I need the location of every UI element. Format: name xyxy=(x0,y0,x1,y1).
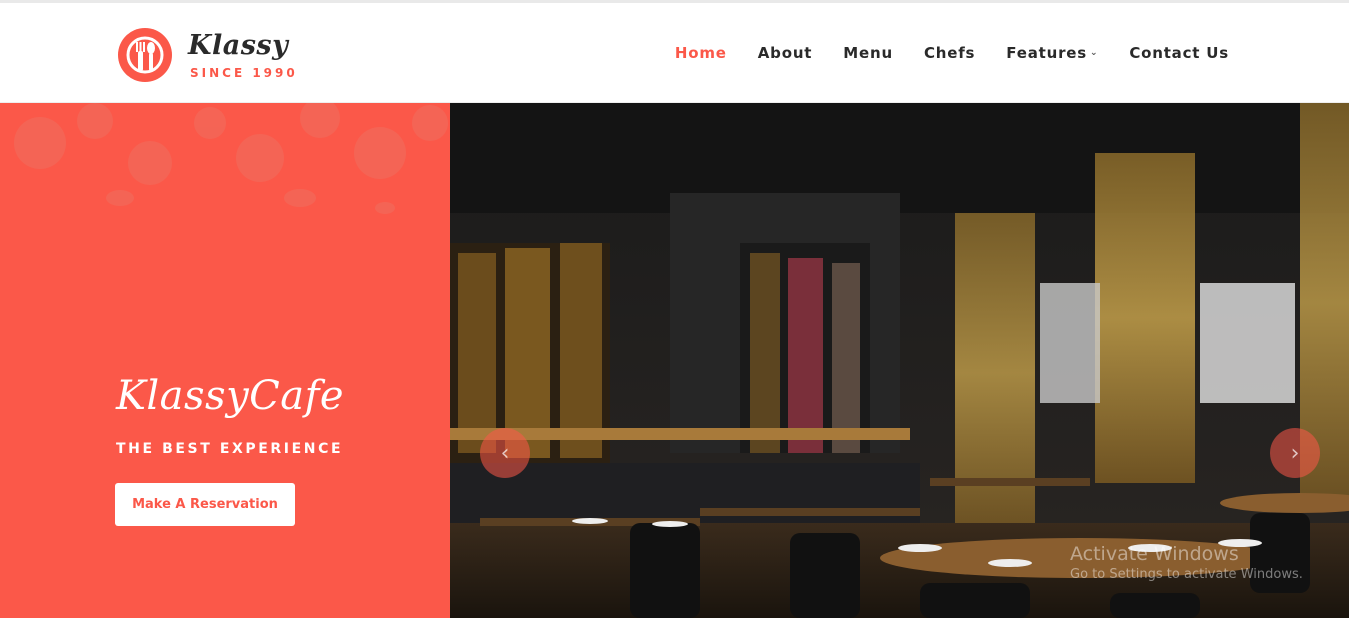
brand-name: Klassy xyxy=(188,30,289,61)
make-reservation-button[interactable]: Make A Reservation xyxy=(115,483,295,526)
nav-contact-us[interactable]: Contact Us xyxy=(1129,44,1229,62)
chevron-down-icon: ⌄ xyxy=(1089,48,1099,58)
main-nav: Home About Menu Chefs Features ⌄ Contact… xyxy=(644,3,1229,103)
nav-about[interactable]: About xyxy=(758,44,813,62)
restaurant-scene-illustration xyxy=(450,103,1349,618)
hero-text-panel: KlassyCafe THE BEST EXPERIENCE Make A Re… xyxy=(0,103,450,618)
restaurant-interior-photo: ‹ › Activate Windows Go to Settings to a… xyxy=(450,103,1349,618)
brand-tagline: SINCE 1990 xyxy=(190,66,298,80)
nav-features-label: Features xyxy=(1006,44,1087,62)
windows-activation-watermark: Activate Windows Go to Settings to activ… xyxy=(1070,543,1303,582)
watermark-subtitle: Go to Settings to activate Windows. xyxy=(1070,567,1303,582)
nav-features[interactable]: Features ⌄ xyxy=(1006,44,1098,62)
floral-pattern-decoration xyxy=(14,103,448,214)
chevron-right-icon[interactable]: › xyxy=(1270,428,1320,478)
hero-subtitle: THE BEST EXPERIENCE xyxy=(116,441,344,457)
fork-spoon-plate-icon xyxy=(118,28,172,82)
site-logo[interactable]: Klassy SINCE 1990 xyxy=(118,26,308,82)
hero-slider: KlassyCafe THE BEST EXPERIENCE Make A Re… xyxy=(0,103,1349,618)
nav-home[interactable]: Home xyxy=(675,44,727,62)
nav-menu[interactable]: Menu xyxy=(843,44,893,62)
watermark-title: Activate Windows xyxy=(1070,543,1239,565)
header: Klassy SINCE 1990 Home About Menu Chefs … xyxy=(0,3,1349,103)
nav-chefs[interactable]: Chefs xyxy=(924,44,975,62)
chevron-left-icon[interactable]: ‹ xyxy=(480,428,530,478)
hero-title: KlassyCafe xyxy=(116,373,345,419)
